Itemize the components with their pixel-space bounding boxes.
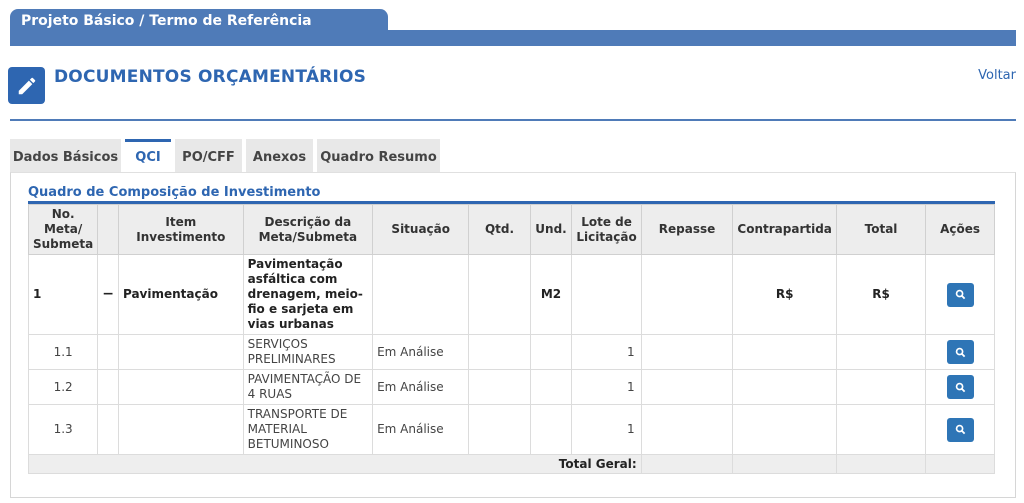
total-label: Total Geral: xyxy=(28,454,642,474)
cell-qtd xyxy=(468,404,531,455)
cell-total xyxy=(835,404,927,455)
cell-descricao: TRANSPORTE DE MATERIAL BETUMINOSO xyxy=(242,404,374,455)
cell-total xyxy=(835,334,927,370)
qci-table: No. Meta/ Submeta Item Investimento Desc… xyxy=(27,204,995,474)
tab-quadro-resumo[interactable]: Quadro Resumo xyxy=(317,139,440,172)
col-descricao: Descrição da Meta/Submeta xyxy=(242,204,374,255)
tab-po-cff[interactable]: PO/CFF xyxy=(175,139,242,172)
search-icon xyxy=(955,424,965,435)
view-button[interactable] xyxy=(946,282,974,307)
view-button[interactable] xyxy=(946,340,974,364)
header-divider xyxy=(10,119,1016,121)
cell-toggle xyxy=(97,334,119,370)
cell-repasse xyxy=(640,334,734,370)
cell-lote: 1 xyxy=(571,334,642,370)
total-acoes xyxy=(925,454,995,474)
back-link[interactable]: Voltar xyxy=(978,68,1016,83)
table-row-submeta: 1.2 PAVIMENTAÇÃO DE 4 RUAS Em Análise 1 xyxy=(27,369,995,405)
search-icon xyxy=(955,289,965,300)
cell-meta: 1.2 xyxy=(27,369,99,405)
table-row-submeta: 1.3 TRANSPORTE DE MATERIAL BETUMINOSO Em… xyxy=(27,404,995,455)
cell-repasse xyxy=(640,369,734,405)
cell-meta: 1.1 xyxy=(27,334,99,370)
cell-und: M2 xyxy=(529,254,573,335)
cell-item xyxy=(117,404,244,455)
tab-qci[interactable]: QCI xyxy=(125,139,171,172)
col-und: Und. xyxy=(529,204,573,255)
cell-item: Pavimentação xyxy=(117,254,244,335)
total-total xyxy=(835,454,927,474)
cell-acoes xyxy=(925,404,995,455)
col-acoes: Ações xyxy=(925,204,995,255)
total-contrapartida xyxy=(732,454,837,474)
cell-contrapartida xyxy=(732,369,837,405)
tab-dados-basicos[interactable]: Dados Básicos xyxy=(10,139,121,172)
cell-item xyxy=(117,369,244,405)
cell-acoes xyxy=(925,334,995,370)
col-repasse: Repasse xyxy=(640,204,734,255)
cell-repasse xyxy=(640,254,734,335)
cell-acoes xyxy=(925,254,995,335)
cell-contrapartida xyxy=(732,334,837,370)
collapse-toggle[interactable]: − xyxy=(97,254,119,335)
search-icon xyxy=(955,382,965,392)
view-button[interactable] xyxy=(946,375,974,399)
cell-total xyxy=(835,369,927,405)
cell-und xyxy=(529,334,573,370)
cell-meta: 1 xyxy=(27,254,99,335)
cell-qtd xyxy=(468,369,531,405)
cell-qtd xyxy=(468,254,531,335)
cell-contrapartida: R$ xyxy=(732,254,837,335)
table-row-meta: 1 − Pavimentação Pavimentação asfáltica … xyxy=(27,254,995,335)
cell-situacao: Em Análise xyxy=(372,334,470,370)
section-title: Quadro de Composição de Investimento xyxy=(28,185,321,200)
cell-lote xyxy=(571,254,642,335)
cell-lote: 1 xyxy=(571,404,642,455)
search-icon xyxy=(955,347,965,357)
cell-repasse xyxy=(640,404,734,455)
cell-toggle xyxy=(97,404,119,455)
pencil-icon xyxy=(8,67,45,104)
col-lote: Lote de Licitação xyxy=(571,204,642,255)
tab-bar: Dados Básicos QCI PO/CFF Anexos Quadro R… xyxy=(10,139,440,172)
col-qtd: Qtd. xyxy=(468,204,531,255)
cell-qtd xyxy=(468,334,531,370)
col-toggle xyxy=(97,204,119,255)
cell-toggle xyxy=(97,369,119,405)
cell-situacao xyxy=(372,254,470,335)
total-repasse xyxy=(640,454,734,474)
cell-und xyxy=(529,404,573,455)
page-title: DOCUMENTOS ORÇAMENTÁRIOS xyxy=(54,67,367,87)
table-header-row: No. Meta/ Submeta Item Investimento Desc… xyxy=(27,204,995,255)
col-item: Item Investimento xyxy=(117,204,244,255)
col-situacao: Situação xyxy=(372,204,470,255)
cell-situacao: Em Análise xyxy=(372,369,470,405)
banner-title: Projeto Básico / Termo de Referência xyxy=(10,9,388,37)
cell-situacao: Em Análise xyxy=(372,404,470,455)
cell-meta: 1.3 xyxy=(27,404,99,455)
cell-contrapartida xyxy=(732,404,837,455)
view-button[interactable] xyxy=(946,417,974,442)
cell-descricao: PAVIMENTAÇÃO DE 4 RUAS xyxy=(242,369,374,405)
cell-descricao: Pavimentação asfáltica com drenagem, mei… xyxy=(242,254,374,335)
cell-item xyxy=(117,334,244,370)
table-total-row: Total Geral: xyxy=(28,454,995,474)
cell-lote: 1 xyxy=(571,369,642,405)
cell-total: R$ xyxy=(835,254,927,335)
col-meta: No. Meta/ Submeta xyxy=(27,204,99,255)
col-total: Total xyxy=(835,204,927,255)
cell-descricao: SERVIÇOS PRELIMINARES xyxy=(242,334,374,370)
tab-anexos[interactable]: Anexos xyxy=(246,139,313,172)
col-contrapartida: Contrapartida xyxy=(732,204,837,255)
cell-acoes xyxy=(925,369,995,405)
cell-und xyxy=(529,369,573,405)
table-row-submeta: 1.1 SERVIÇOS PRELIMINARES Em Análise 1 xyxy=(27,334,995,370)
